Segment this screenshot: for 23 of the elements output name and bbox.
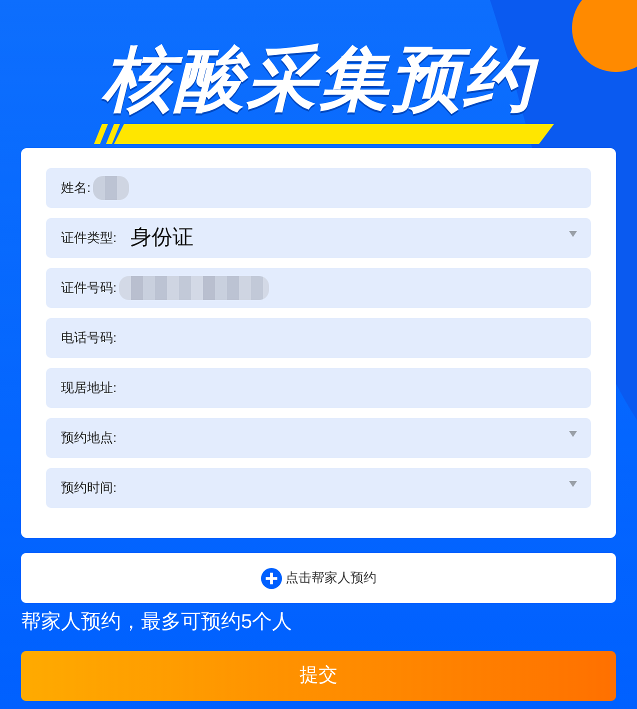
select-field[interactable]: 证件类型: 身份证: [46, 218, 591, 258]
select-field[interactable]: 预约时间:: [46, 468, 591, 508]
field-label: 证件号码:: [61, 279, 117, 298]
select-field[interactable]: 预约地点:: [46, 418, 591, 458]
field-label: 姓名:: [61, 179, 91, 198]
input-field[interactable]: 电话号码:: [46, 318, 591, 358]
field-label: 预约地点:: [61, 429, 117, 448]
input-field[interactable]: 姓名:: [46, 168, 591, 208]
field-value: 身份证: [130, 225, 194, 252]
field-label: 电话号码:: [61, 329, 117, 348]
dropdown-arrow-icon: [569, 481, 577, 487]
circle-decoration: [572, 0, 637, 72]
note-text: 帮家人预约，最多可预约5个人: [21, 610, 292, 635]
field-label: 现居地址:: [61, 379, 117, 398]
add-family-button[interactable]: 点击帮家人预约: [21, 553, 616, 603]
input-field[interactable]: 证件号码:: [46, 268, 591, 308]
field-label: 预约时间:: [61, 479, 117, 498]
field-label: 证件类型:: [61, 229, 117, 248]
input-field[interactable]: 现居地址:: [46, 368, 591, 408]
plus-icon: [260, 568, 282, 588]
page-title: 核酸采集预约: [88, 34, 548, 124]
dropdown-arrow-icon: [569, 231, 577, 237]
dropdown-arrow-icon: [569, 431, 577, 437]
